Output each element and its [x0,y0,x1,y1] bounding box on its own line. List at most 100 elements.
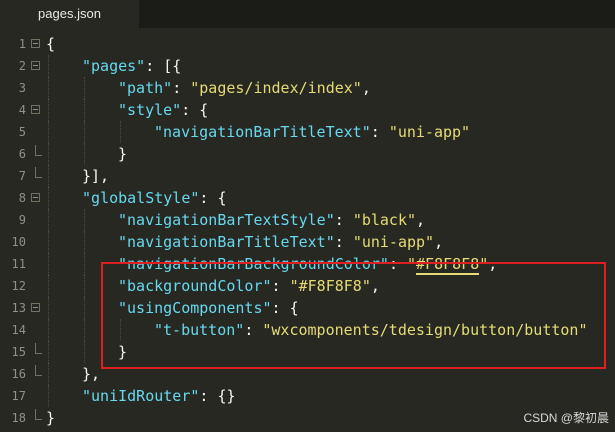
json-punctuation: : { [181,101,209,119]
line-number: 6 [18,147,26,161]
json-string: "uni-app" [352,233,435,251]
fold-end-marker [35,167,42,178]
json-punctuation: : [{ [145,57,182,75]
code-editor[interactable]: 1 {2 "pages": [{3 "path": "pages/index/inde… [0,33,615,432]
code-line[interactable]: }], [82,165,109,187]
json-punctuation: : {} [199,387,236,405]
json-string: "pages/index/index" [190,79,362,97]
json-key: "uniIdRouter" [82,387,200,405]
line-number: 3 [18,81,26,95]
json-key: "pages" [82,57,146,75]
line-number: 15 [11,345,26,359]
json-punctuation: } [46,409,56,427]
line-number: 17 [11,389,26,403]
fold-toggle-icon[interactable] [31,193,40,202]
indent-guide [48,187,49,209]
indent-guide [48,297,49,319]
json-punctuation: }], [82,167,110,185]
code-line[interactable]: "navigationBarTitleText": "uni-app" [154,121,470,143]
fold-end-marker [35,365,42,376]
line-number: 11 [11,257,26,271]
json-key: "navigationBarTitleText" [118,233,335,251]
code-line[interactable]: } [46,407,55,429]
fold-toggle-icon[interactable] [31,105,40,114]
indent-guide [48,165,49,187]
indent-guide [48,253,49,275]
json-key: "navigationBarTextStyle" [118,211,335,229]
line-number: 4 [18,103,26,117]
indent-guide [84,143,85,165]
indent-guide [48,99,49,121]
indent-guide [48,143,49,165]
indent-guide [84,121,85,143]
indent-guide [84,341,85,363]
code-line[interactable]: "style": { [118,99,208,121]
indent-guide [48,275,49,297]
fold-toggle-icon[interactable] [31,303,40,312]
fold-end-marker [35,343,42,354]
indent-guide [48,363,49,385]
json-punctuation: : [172,79,191,97]
line-number: 8 [18,191,26,205]
code-line[interactable]: }, [82,363,100,385]
tab-pages-json[interactable]: pages.json [0,0,139,28]
indent-guide [84,319,85,341]
json-punctuation: , [434,233,444,251]
fold-toggle-icon[interactable] [31,39,40,48]
code-line[interactable]: "path": "pages/index/index", [118,77,371,99]
indent-guide [48,319,49,341]
line-number: 12 [11,279,26,293]
indent-guide [84,209,85,231]
json-punctuation: : [370,123,389,141]
watermark: CSDN @黎初晨 [523,411,609,425]
json-punctuation: : [334,211,353,229]
indent-guide [48,121,49,143]
json-punctuation: } [118,145,128,163]
code-line[interactable]: { [46,33,55,55]
indent-guide [84,77,85,99]
json-key: "navigationBarTitleText" [154,123,371,141]
indent-guide [84,297,85,319]
code-line[interactable]: "uniIdRouter": {} [82,385,236,407]
indent-guide [48,231,49,253]
tab-bar: pages.json [0,0,615,28]
code-line[interactable]: "globalStyle": { [82,187,227,209]
json-punctuation: }, [82,365,101,383]
line-number: 10 [11,235,26,249]
line-number: 7 [18,169,26,183]
json-punctuation: { [46,35,56,53]
indent-guide [84,253,85,275]
code-line[interactable]: "navigationBarTextStyle": "black", [118,209,425,231]
indent-guide [120,121,121,143]
code-line[interactable]: } [118,143,127,165]
json-string: "uni-app" [388,123,471,141]
json-punctuation: , [361,79,371,97]
code-line[interactable]: "navigationBarTitleText": "uni-app", [118,231,443,253]
line-number: 2 [18,59,26,73]
json-key: "style" [118,101,182,119]
indent-guide [48,385,49,407]
json-punctuation: , [416,211,426,229]
indent-guide [84,231,85,253]
fold-end-marker [35,145,42,156]
json-punctuation: : { [199,189,227,207]
line-number: 13 [11,301,26,315]
fold-toggle-icon[interactable] [31,61,40,70]
indent-guide [48,209,49,231]
highlight-box [101,262,606,369]
code-line[interactable]: "pages": [{ [82,55,181,77]
line-number: 9 [18,213,26,227]
json-punctuation: : [334,233,353,251]
indent-guide [84,275,85,297]
indent-guide [48,77,49,99]
indent-guide [48,341,49,363]
indent-guide [84,99,85,121]
json-key: "globalStyle" [82,189,200,207]
line-number: 5 [18,125,26,139]
line-number: 16 [11,367,26,381]
json-key: "path" [118,79,173,97]
line-number: 18 [11,411,26,425]
indent-guide [48,55,49,77]
fold-end-marker [35,409,42,420]
line-number: 14 [11,323,26,337]
